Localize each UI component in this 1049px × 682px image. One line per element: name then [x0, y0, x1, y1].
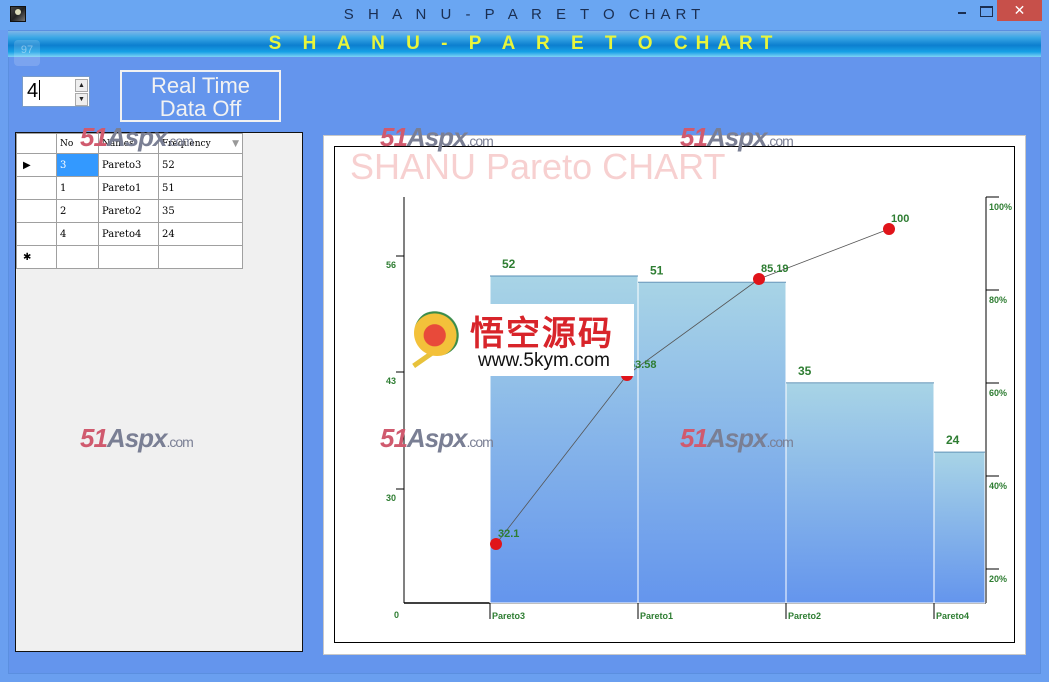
cumulative-point-label: 100 — [891, 213, 909, 225]
x-tick-label: Pareto3 — [492, 611, 525, 621]
x-tick-label: Pareto1 — [640, 611, 673, 621]
x-tick-label: Pareto4 — [936, 611, 969, 621]
logo-chinese-text: 悟空源码 — [470, 314, 614, 354]
y-right-tick-label: 80% — [989, 295, 1007, 305]
y-right-tick-label: 20% — [989, 574, 1007, 584]
y-left-tick-label: 30 — [386, 493, 396, 503]
y-right-tick-label: 40% — [989, 481, 1007, 491]
bar-value-label: 51 — [650, 263, 664, 277]
y-left-tick-label: 0 — [394, 610, 399, 620]
bar-pareto4 — [933, 451, 986, 604]
monkey-icon — [414, 310, 460, 356]
watermark-51aspx: 51Aspx.com — [380, 122, 494, 152]
watermark-5kym-logo: 悟空源码 www.5kym.com — [410, 304, 634, 376]
x-tick-label: Pareto2 — [788, 611, 821, 621]
logo-url-text: www.5kym.com — [478, 350, 610, 371]
cumulative-point-label: 32.1 — [498, 528, 519, 540]
y-left-tick-label: 56 — [386, 260, 396, 270]
bar-pareto2 — [785, 382, 935, 604]
bar-value-label: 52 — [502, 257, 516, 271]
y-left-tick-label: 43 — [386, 376, 396, 386]
watermark-51aspx: 51Aspx.com — [380, 423, 494, 453]
bar-value-label: 24 — [946, 433, 960, 447]
watermark-51aspx: 51Aspx.com — [80, 423, 194, 453]
watermark-51aspx: 51Aspx.com — [80, 122, 194, 152]
watermark-51aspx: 51Aspx.com — [680, 423, 794, 453]
y-right-tick-label: 100% — [989, 202, 1012, 212]
cumulative-point-label: 85.19 — [761, 263, 789, 275]
y-right-tick-label: 60% — [989, 388, 1007, 398]
watermark-51aspx: 51Aspx.com — [680, 122, 794, 152]
bar-value-label: 35 — [798, 364, 812, 378]
